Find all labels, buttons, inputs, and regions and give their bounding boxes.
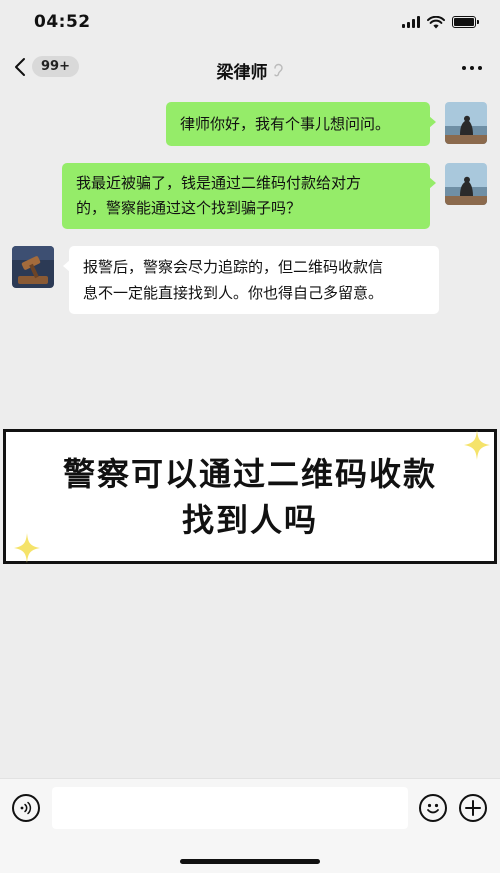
message-input[interactable] xyxy=(52,787,408,829)
voice-icon[interactable] xyxy=(12,794,40,822)
chat-title: 梁律师 xyxy=(217,58,284,83)
home-indicator[interactable] xyxy=(180,859,320,864)
message-bubble[interactable]: 律师你好，我有个事儿想问问。 xyxy=(166,102,436,146)
unread-badge: 99+ xyxy=(32,56,79,77)
message-text-line: 息不一定能直接找到人。你也得自己多留意。 xyxy=(83,284,384,302)
title-banner: 警察可以通过二维码收款 找到人吗 xyxy=(3,429,497,564)
back-button[interactable]: 99+ xyxy=(14,56,79,77)
sparkle-icon xyxy=(14,533,40,563)
emoji-icon[interactable] xyxy=(419,794,447,822)
battery-icon xyxy=(452,16,479,28)
avatar-me[interactable] xyxy=(445,163,487,205)
avatar-me[interactable] xyxy=(445,102,487,144)
message-bubble[interactable]: 我最近被骗了，钱是通过二维码付款给对方 的，警察能通过这个找到骗子吗？ xyxy=(62,163,436,229)
ear-icon xyxy=(272,63,284,78)
plus-icon[interactable] xyxy=(459,794,487,822)
contact-name: 梁律师 xyxy=(216,62,268,83)
status-time: 04:52 xyxy=(34,12,91,32)
message-text: 律师你好，我有个事儿想问问。 xyxy=(180,115,391,133)
chevron-left-icon xyxy=(14,57,26,77)
status-bar: 04:52 xyxy=(0,0,500,44)
cellular-signal-icon xyxy=(402,16,420,28)
sparkle-icon xyxy=(464,430,490,460)
chat-header: 99+ 梁律师 xyxy=(0,48,500,92)
message-incoming[interactable]: 报警后，警察会尽力追踪的，但二维码收款信 息不一定能直接找到人。你也得自己多留意… xyxy=(63,246,439,314)
message-text-line: 我最近被骗了，钱是通过二维码付款给对方 xyxy=(76,174,362,192)
message-text-line: 的，警察能通过这个找到骗子吗？ xyxy=(76,199,302,217)
avatar-lawyer[interactable] xyxy=(12,246,54,288)
message-text-line: 报警后，警察会尽力追踪的，但二维码收款信 xyxy=(83,258,384,276)
status-icons xyxy=(402,15,479,29)
message-bubble[interactable]: 报警后，警察会尽力追踪的，但二维码收款信 息不一定能直接找到人。你也得自己多留意… xyxy=(63,246,439,314)
wifi-icon xyxy=(427,15,445,28)
chat-input-bar xyxy=(0,778,500,873)
message-outgoing[interactable]: 律师你好，我有个事儿想问问。 xyxy=(166,102,436,146)
banner-title-line-1: 警察可以通过二维码收款 xyxy=(62,454,437,493)
banner-title-line-2: 找到人吗 xyxy=(181,500,318,539)
message-outgoing[interactable]: 我最近被骗了，钱是通过二维码付款给对方 的，警察能通过这个找到骗子吗？ xyxy=(62,163,436,229)
more-icon[interactable] xyxy=(462,66,482,70)
